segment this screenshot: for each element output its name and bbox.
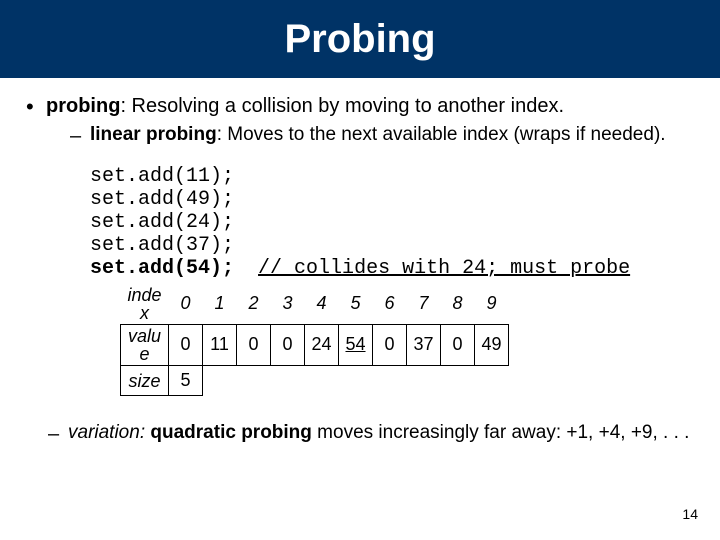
val-3: 0 bbox=[271, 324, 305, 365]
idx-4: 4 bbox=[305, 284, 339, 325]
bullet-linear: linear probing: Moves to the next availa… bbox=[46, 124, 696, 147]
val-8: 0 bbox=[441, 324, 475, 365]
val-4: 24 bbox=[305, 324, 339, 365]
idx-0: 0 bbox=[169, 284, 203, 325]
val-7: 37 bbox=[407, 324, 441, 365]
idx-6: 6 bbox=[373, 284, 407, 325]
title-bar: Probing bbox=[0, 0, 720, 78]
page-number: 14 bbox=[682, 506, 698, 522]
idx-2: 2 bbox=[237, 284, 271, 325]
hash-table: inde x 0 1 2 3 4 5 6 7 8 9 valu e 0 11 0 bbox=[120, 284, 696, 397]
code-l5-comment: // collides with 24; must probe bbox=[258, 257, 630, 280]
bullet-variation: variation: quadratic probing moves incre… bbox=[24, 422, 696, 445]
value-label: valu e bbox=[121, 324, 169, 365]
variation-em: variation: bbox=[68, 422, 145, 443]
code-l5-bold: set.add(54); bbox=[90, 257, 234, 280]
code-block: set.add(11); set.add(49); set.add(24); s… bbox=[90, 165, 696, 280]
idx-7: 7 bbox=[407, 284, 441, 325]
idx-8: 8 bbox=[441, 284, 475, 325]
size-label: size bbox=[121, 365, 169, 396]
variation-bold: quadratic probing bbox=[150, 422, 312, 443]
val-5: 54 bbox=[339, 324, 373, 365]
val-9: 49 bbox=[475, 324, 509, 365]
val-1: 11 bbox=[203, 324, 237, 365]
val-2: 0 bbox=[237, 324, 271, 365]
index-label: inde x bbox=[121, 284, 169, 325]
idx-9: 9 bbox=[475, 284, 509, 325]
table-size-row: size 5 bbox=[121, 365, 509, 396]
bullet-linear-rest: : Moves to the next available index (wra… bbox=[217, 124, 666, 145]
bullet-probing: probing: Resolving a collision by moving… bbox=[24, 94, 696, 147]
code-l1: set.add(11); bbox=[90, 165, 234, 188]
val-6: 0 bbox=[373, 324, 407, 365]
bullet-probing-rest: : Resolving a collision by moving to ano… bbox=[120, 95, 564, 117]
idx-1: 1 bbox=[203, 284, 237, 325]
code-l2: set.add(49); bbox=[90, 188, 234, 211]
slide-body: probing: Resolving a collision by moving… bbox=[0, 78, 720, 445]
bullet-probing-term: probing bbox=[46, 95, 120, 117]
idx-3: 3 bbox=[271, 284, 305, 325]
code-l4: set.add(37); bbox=[90, 234, 234, 257]
table-index-row: inde x 0 1 2 3 4 5 6 7 8 9 bbox=[121, 284, 509, 325]
size-val: 5 bbox=[169, 365, 203, 396]
code-l3: set.add(24); bbox=[90, 211, 234, 234]
val-0: 0 bbox=[169, 324, 203, 365]
variation-rest: moves increasingly far away: +1, +4, +9,… bbox=[312, 422, 690, 443]
table-value-row: valu e 0 11 0 0 24 54 0 37 0 49 bbox=[121, 324, 509, 365]
idx-5: 5 bbox=[339, 284, 373, 325]
bullet-linear-term: linear probing bbox=[90, 124, 217, 145]
slide-title: Probing bbox=[284, 17, 435, 62]
